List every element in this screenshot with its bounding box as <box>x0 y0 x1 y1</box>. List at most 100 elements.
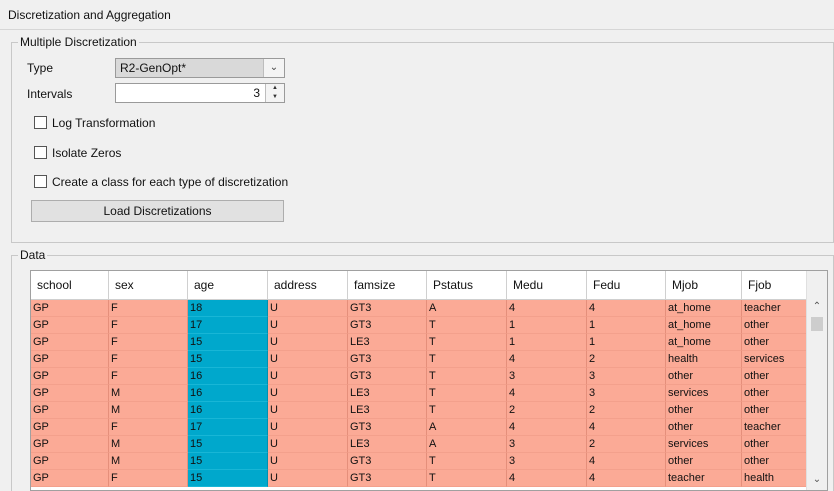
table-cell[interactable]: 4 <box>587 470 666 487</box>
table-cell[interactable]: 17 <box>188 317 268 334</box>
table-cell[interactable]: U <box>268 402 348 419</box>
column-header-age[interactable]: age <box>188 271 268 299</box>
column-header-address[interactable]: address <box>268 271 348 299</box>
table-cell[interactable]: 3 <box>587 385 666 402</box>
table-cell[interactable]: 4 <box>507 470 587 487</box>
table-cell[interactable]: GP <box>31 300 109 317</box>
table-cell[interactable]: GT3 <box>348 368 427 385</box>
column-header-famsize[interactable]: famsize <box>348 271 427 299</box>
table-cell[interactable]: GT3 <box>348 470 427 487</box>
table-cell[interactable]: 18 <box>188 300 268 317</box>
intervals-spinner[interactable]: 3 ▲ ▼ <box>115 83 285 103</box>
table-cell[interactable]: 3 <box>507 453 587 470</box>
table-cell[interactable]: 4 <box>587 419 666 436</box>
table-cell[interactable]: M <box>109 385 188 402</box>
table-cell[interactable]: 4 <box>507 351 587 368</box>
column-header-sex[interactable]: sex <box>109 271 188 299</box>
table-cell[interactable]: GP <box>31 436 109 453</box>
table-cell[interactable]: GP <box>31 453 109 470</box>
table-cell[interactable]: GP <box>31 385 109 402</box>
table-cell[interactable]: F <box>109 334 188 351</box>
table-cell[interactable]: other <box>666 368 742 385</box>
table-cell[interactable]: 3 <box>587 368 666 385</box>
table-cell[interactable]: other <box>742 385 809 402</box>
table-cell[interactable]: U <box>268 368 348 385</box>
table-cell[interactable]: 3 <box>507 368 587 385</box>
table-cell[interactable]: T <box>427 351 507 368</box>
log-transformation-checkbox[interactable] <box>34 116 47 130</box>
table-cell[interactable]: 4 <box>587 300 666 317</box>
table-cell[interactable]: T <box>427 334 507 351</box>
table-cell[interactable]: GT3 <box>348 317 427 334</box>
table-cell[interactable]: LE3 <box>348 334 427 351</box>
table-cell[interactable]: at_home <box>666 300 742 317</box>
table-cell[interactable]: U <box>268 470 348 487</box>
column-header-pstatus[interactable]: Pstatus <box>427 271 507 299</box>
load-discretizations-button[interactable]: Load Discretizations <box>31 200 284 222</box>
table-cell[interactable]: 1 <box>587 317 666 334</box>
table-cell[interactable]: GP <box>31 351 109 368</box>
table-cell[interactable]: T <box>427 368 507 385</box>
table-row[interactable]: GP F 17 U GT3 A 4 4 other teacher <box>31 419 809 436</box>
table-cell[interactable]: 4 <box>507 300 587 317</box>
table-cell[interactable]: M <box>109 453 188 470</box>
data-table[interactable]: school sex age address famsize Pstatus M… <box>30 270 828 491</box>
spinner-up-icon[interactable]: ▲ <box>266 84 284 93</box>
table-cell[interactable]: other <box>742 402 809 419</box>
table-cell[interactable]: GP <box>31 402 109 419</box>
scroll-down-icon[interactable]: ⌄ <box>807 474 827 490</box>
table-cell[interactable]: LE3 <box>348 436 427 453</box>
table-cell[interactable]: GT3 <box>348 453 427 470</box>
table-cell[interactable]: 1 <box>507 334 587 351</box>
table-row[interactable]: GP F 18 U GT3 A 4 4 at_home teacher <box>31 300 809 317</box>
table-cell[interactable]: U <box>268 317 348 334</box>
table-cell[interactable]: other <box>666 453 742 470</box>
table-cell[interactable]: 3 <box>507 436 587 453</box>
column-header-fjob[interactable]: Fjob <box>742 271 809 299</box>
table-cell[interactable]: 15 <box>188 470 268 487</box>
type-select[interactable]: R2-GenOpt* ⌄ <box>115 58 285 78</box>
table-cell[interactable]: 2 <box>587 436 666 453</box>
table-cell[interactable]: at_home <box>666 334 742 351</box>
table-cell[interactable]: F <box>109 470 188 487</box>
table-cell[interactable]: health <box>666 351 742 368</box>
table-row[interactable]: GP M 15 U LE3 A 3 2 services other <box>31 436 809 453</box>
table-cell[interactable]: T <box>427 453 507 470</box>
table-cell[interactable]: 1 <box>587 334 666 351</box>
table-cell[interactable]: 1 <box>507 317 587 334</box>
table-cell[interactable]: services <box>666 385 742 402</box>
scroll-up-icon[interactable]: ⌃ <box>807 301 827 317</box>
table-cell[interactable]: 15 <box>188 351 268 368</box>
create-class-checkbox[interactable] <box>34 175 47 189</box>
table-cell[interactable]: F <box>109 419 188 436</box>
isolate-zeros-option[interactable]: Isolate Zeros <box>34 145 121 161</box>
table-cell[interactable]: 2 <box>507 402 587 419</box>
table-cell[interactable]: U <box>268 419 348 436</box>
table-cell[interactable]: 16 <box>188 385 268 402</box>
table-row[interactable]: GP F 15 U GT3 T 4 2 health services <box>31 351 809 368</box>
table-cell[interactable]: other <box>666 402 742 419</box>
table-cell[interactable]: GP <box>31 334 109 351</box>
table-cell[interactable]: teacher <box>742 300 809 317</box>
table-cell[interactable]: A <box>427 419 507 436</box>
create-class-option[interactable]: Create a class for each type of discreti… <box>34 174 288 190</box>
table-cell[interactable]: T <box>427 470 507 487</box>
table-cell[interactable]: F <box>109 300 188 317</box>
table-cell[interactable]: A <box>427 300 507 317</box>
table-cell[interactable]: other <box>742 436 809 453</box>
table-cell[interactable]: 2 <box>587 402 666 419</box>
column-header-mjob[interactable]: Mjob <box>666 271 742 299</box>
table-cell[interactable]: 15 <box>188 453 268 470</box>
table-cell[interactable]: GP <box>31 368 109 385</box>
table-row[interactable]: GP F 16 U GT3 T 3 3 other other <box>31 368 809 385</box>
table-cell[interactable]: 4 <box>587 453 666 470</box>
table-cell[interactable]: GT3 <box>348 300 427 317</box>
table-cell[interactable]: at_home <box>666 317 742 334</box>
table-cell[interactable]: other <box>742 317 809 334</box>
table-row[interactable]: GP M 16 U LE3 T 4 3 services other <box>31 385 809 402</box>
table-cell[interactable]: T <box>427 402 507 419</box>
table-cell[interactable]: 17 <box>188 419 268 436</box>
isolate-zeros-checkbox[interactable] <box>34 146 47 160</box>
column-header-fedu[interactable]: Fedu <box>587 271 666 299</box>
table-cell[interactable]: teacher <box>666 470 742 487</box>
